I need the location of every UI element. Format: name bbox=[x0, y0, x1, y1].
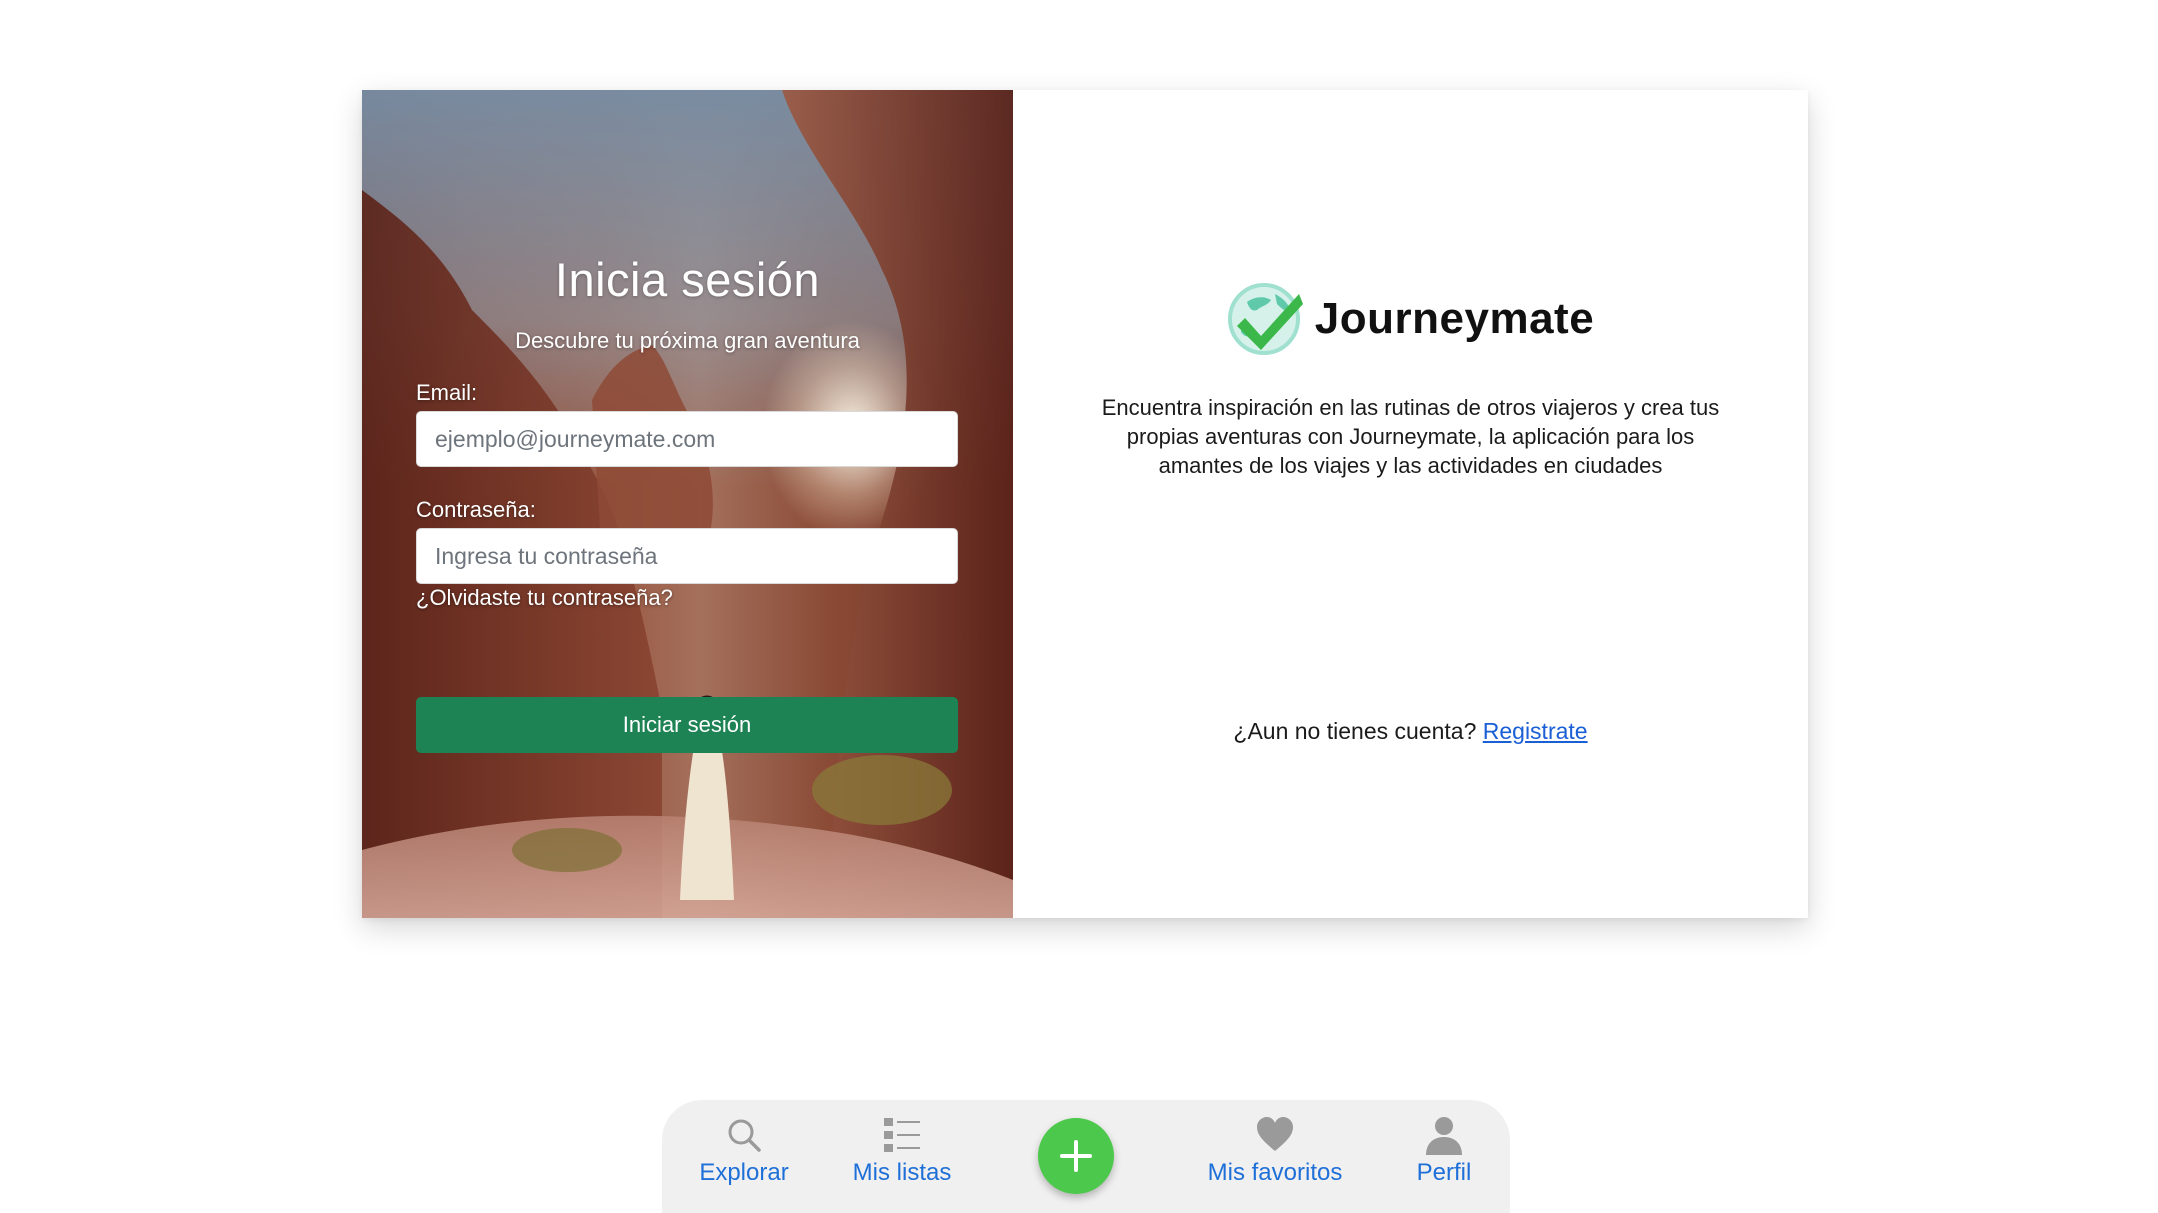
bottom-navigation: Explorar Mis listas Mis favoritos Perfil bbox=[662, 1100, 1510, 1213]
add-button[interactable] bbox=[1038, 1118, 1114, 1194]
nav-label-perfil: Perfil bbox=[1416, 1159, 1472, 1186]
login-card: Inicia sesión Descubre tu próxima gran a… bbox=[362, 90, 1808, 918]
nav-item-mis-listas[interactable]: Mis listas bbox=[822, 1115, 982, 1187]
email-label: Email: bbox=[416, 380, 478, 405]
brand-tagline: Encuentra inspiración en las rutinas de … bbox=[1101, 395, 1720, 478]
list-icon bbox=[884, 1118, 920, 1152]
heart-icon bbox=[1257, 1117, 1293, 1151]
login-title: Inicia sesión bbox=[554, 253, 821, 306]
login-submit-button[interactable]: Iniciar sesión bbox=[416, 697, 958, 753]
password-field[interactable] bbox=[416, 528, 958, 584]
login-panel: Inicia sesión Descubre tu próxima gran a… bbox=[362, 90, 1013, 918]
signup-prompt: ¿Aun no tienes cuenta? bbox=[1233, 718, 1477, 744]
nav-label-mis-favoritos: Mis favoritos bbox=[1207, 1159, 1343, 1186]
login-subtitle: Descubre tu próxima gran aventura bbox=[515, 328, 860, 353]
plus-icon bbox=[1060, 1140, 1092, 1172]
nav-label-mis-listas: Mis listas bbox=[852, 1159, 952, 1186]
password-label: Contraseña: bbox=[416, 497, 536, 522]
brand-header: Journeymate bbox=[1013, 280, 1808, 358]
forgot-password-link[interactable]: ¿Olvidaste tu contraseña? bbox=[416, 585, 673, 611]
search-icon bbox=[728, 1119, 761, 1152]
signup-link[interactable]: Registrate bbox=[1483, 718, 1588, 744]
nav-item-explorar[interactable]: Explorar bbox=[664, 1115, 824, 1187]
nav-item-perfil[interactable]: Perfil bbox=[1364, 1115, 1524, 1187]
brand-panel: Journeymate Encuentra inspiración en las… bbox=[1013, 90, 1808, 918]
nav-label-explorar: Explorar bbox=[699, 1159, 789, 1186]
email-field[interactable] bbox=[416, 411, 958, 467]
nav-item-mis-favoritos[interactable]: Mis favoritos bbox=[1195, 1115, 1355, 1187]
globe-check-icon bbox=[1227, 283, 1303, 355]
brand-name: Journeymate bbox=[1314, 294, 1595, 343]
user-icon bbox=[1426, 1117, 1462, 1155]
signup-row: ¿Aun no tienes cuenta? Registrate bbox=[1013, 718, 1808, 745]
